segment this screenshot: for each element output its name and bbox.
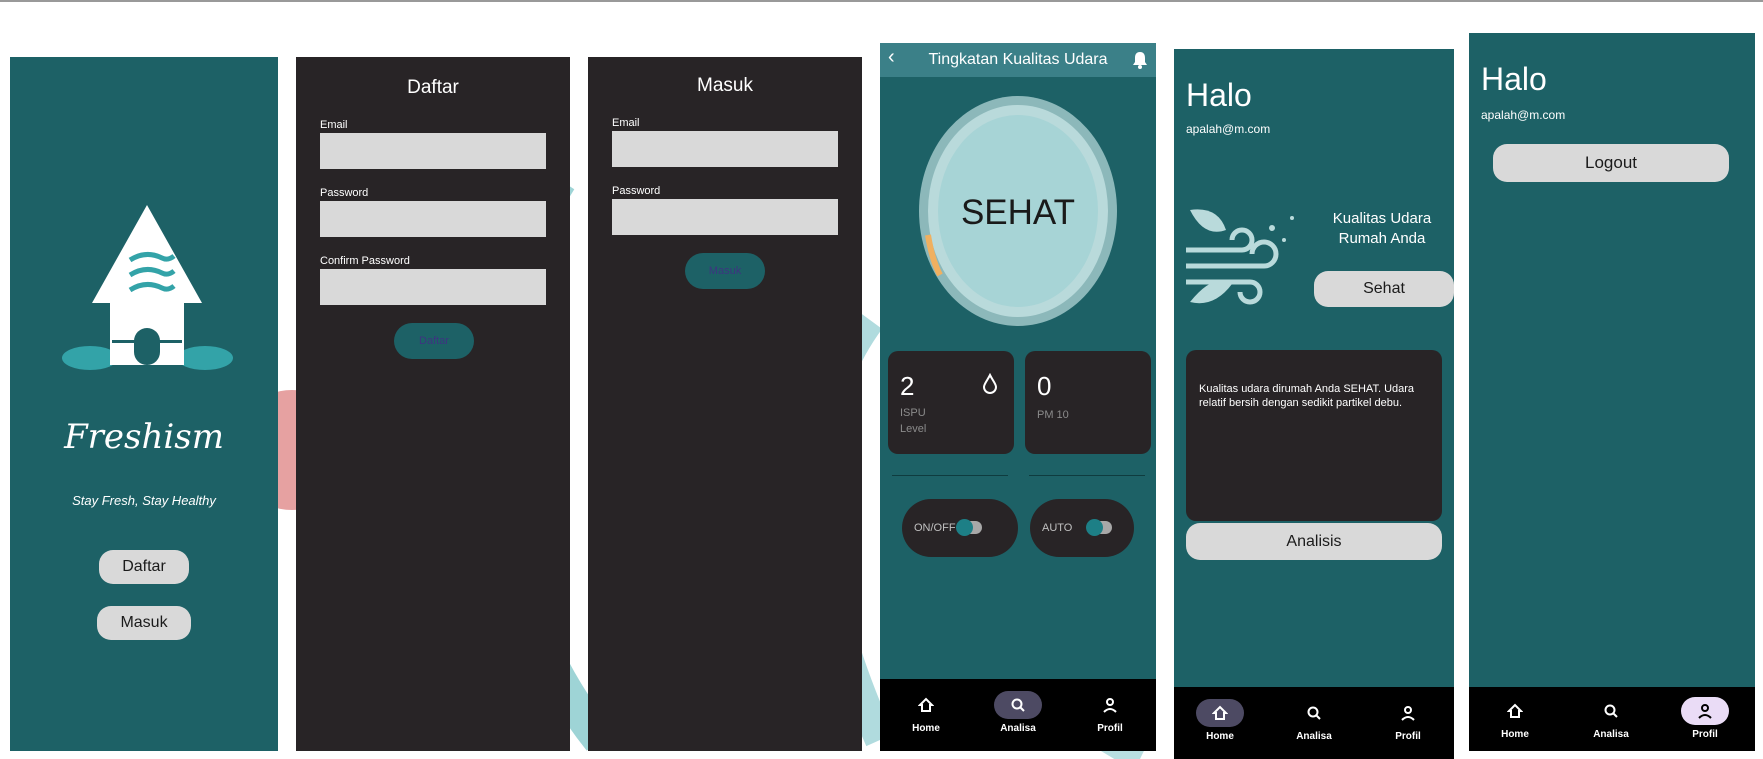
search-icon <box>994 691 1042 719</box>
search-icon <box>1587 697 1635 725</box>
home-icon <box>902 691 950 719</box>
analysis-button[interactable]: Analisis <box>1186 523 1442 560</box>
tagline: Stay Fresh, Stay Healthy <box>72 493 216 508</box>
email-field[interactable] <box>320 133 546 169</box>
pm10-card: 0 PM 10 <box>1025 351 1151 454</box>
greeting: Halo <box>1481 61 1547 97</box>
home-icon <box>1196 699 1244 727</box>
nav-analysis[interactable]: Analisa <box>1290 699 1338 742</box>
back-chevron-icon[interactable]: ‹ <box>888 46 895 69</box>
nav-profile-label: Profil <box>1097 723 1123 734</box>
login-submit-button[interactable]: Masuk <box>685 253 765 289</box>
ispu-label: ISPU <box>900 407 926 419</box>
logout-button[interactable]: Logout <box>1493 144 1729 182</box>
confirm-password-label: Confirm Password <box>320 255 410 267</box>
pm10-label: PM 10 <box>1037 409 1069 421</box>
profile-screen: Halo apalah@m.com Logout Home Analisa Pr… <box>1469 33 1755 751</box>
quality-value-badge: Sehat <box>1314 271 1454 307</box>
power-toggle[interactable] <box>956 519 982 536</box>
nav-profile-label: Profil <box>1692 729 1718 740</box>
home-icon <box>1491 697 1539 725</box>
toggle-knob <box>1086 519 1103 536</box>
register-screen: Daftar Email Password Confirm Password D… <box>296 57 570 751</box>
bell-icon[interactable] <box>1132 51 1148 69</box>
email-label: Email <box>612 117 640 129</box>
nav-home[interactable]: Home <box>1196 699 1244 742</box>
droplet-icon <box>982 373 998 394</box>
auto-switch-card: AUTO <box>1030 499 1134 557</box>
person-icon <box>1086 691 1134 719</box>
greeting: Halo <box>1186 77 1252 113</box>
person-icon <box>1681 697 1729 725</box>
nav-analysis-label: Analisa <box>1593 729 1629 740</box>
nav-home-label: Home <box>912 723 940 734</box>
nav-profile[interactable]: Profil <box>1384 699 1432 742</box>
nav-analysis[interactable]: Analisa <box>1587 697 1635 740</box>
nav-profile[interactable]: Profil <box>1086 691 1134 734</box>
wind-leaf-icon <box>1186 209 1294 305</box>
status-value: SEHAT <box>960 193 1076 232</box>
auto-switch-label: AUTO <box>1042 522 1073 534</box>
nav-analysis-label: Analisa <box>1000 723 1036 734</box>
quality-title-line2: Rumah Anda <box>1338 230 1426 247</box>
user-email: apalah@m.com <box>1186 122 1271 136</box>
password-field[interactable] <box>320 201 546 237</box>
power-switch-label: ON/OFF <box>914 522 956 534</box>
nav-profile-label: Profil <box>1395 731 1421 742</box>
password-label: Password <box>320 187 369 199</box>
password-label: Password <box>612 185 661 197</box>
nav-analysis[interactable]: Analisa <box>994 691 1042 734</box>
analysis-screen: ‹ Tingkatan Kualitas Udara SEHAT 2 ISPU … <box>880 43 1156 751</box>
splash-screen: Freshism Stay Fresh, Stay Healthy Daftar… <box>10 57 278 751</box>
bottom-nav: Home Analisa Profil <box>1469 687 1755 751</box>
description-card: Kualitas udara dirumah Anda SEHAT. Udara… <box>1186 350 1442 521</box>
register-submit-button[interactable]: Daftar <box>394 323 474 359</box>
divider <box>1029 475 1145 476</box>
ispu-card: 2 ISPU Level <box>888 351 1014 454</box>
password-field[interactable] <box>612 199 838 235</box>
ispu-sublabel: Level <box>900 423 927 435</box>
toggle-knob <box>956 519 973 536</box>
nav-home[interactable]: Home <box>1491 697 1539 740</box>
register-button[interactable]: Daftar <box>99 550 189 584</box>
nav-home-label: Home <box>1206 731 1234 742</box>
bottom-nav: Home Analisa Profil <box>1174 687 1454 759</box>
brand-name: Freshism <box>64 417 224 457</box>
app-header: ‹ Tingkatan Kualitas Udara <box>880 43 1156 77</box>
nav-profile[interactable]: Profil <box>1681 697 1729 740</box>
confirm-password-field[interactable] <box>320 269 546 305</box>
ispu-value: 2 <box>900 371 915 401</box>
user-email: apalah@m.com <box>1481 108 1566 122</box>
page-title: Daftar <box>407 77 459 98</box>
login-button[interactable]: Masuk <box>97 606 191 640</box>
nav-analysis-label: Analisa <box>1296 731 1332 742</box>
search-icon <box>1290 699 1338 727</box>
person-icon <box>1384 699 1432 727</box>
nav-home-label: Home <box>1501 729 1529 740</box>
email-label: Email <box>320 119 348 131</box>
auto-toggle[interactable] <box>1086 519 1112 536</box>
page-title: Masuk <box>697 75 753 96</box>
header-title: Tingkatan Kualitas Udara <box>928 51 1108 68</box>
bottom-nav: Home Analisa Profil <box>880 679 1156 751</box>
login-screen: Masuk Email Password Masuk <box>588 57 862 751</box>
description-text: Kualitas udara dirumah Anda SEHAT. Udara… <box>1199 383 1415 409</box>
home-screen: Halo apalah@m.com Kualitas Udara Rumah A… <box>1174 49 1454 759</box>
pm10-value: 0 <box>1037 371 1052 401</box>
nav-home[interactable]: Home <box>902 691 950 734</box>
divider <box>892 475 1008 476</box>
quality-title-line1: Kualitas Udara <box>1332 210 1432 227</box>
email-field[interactable] <box>612 131 838 167</box>
quality-title: Kualitas Udara Rumah Anda <box>1310 209 1454 249</box>
house-logo-icon <box>62 205 233 370</box>
power-switch-card: ON/OFF <box>902 499 1018 557</box>
